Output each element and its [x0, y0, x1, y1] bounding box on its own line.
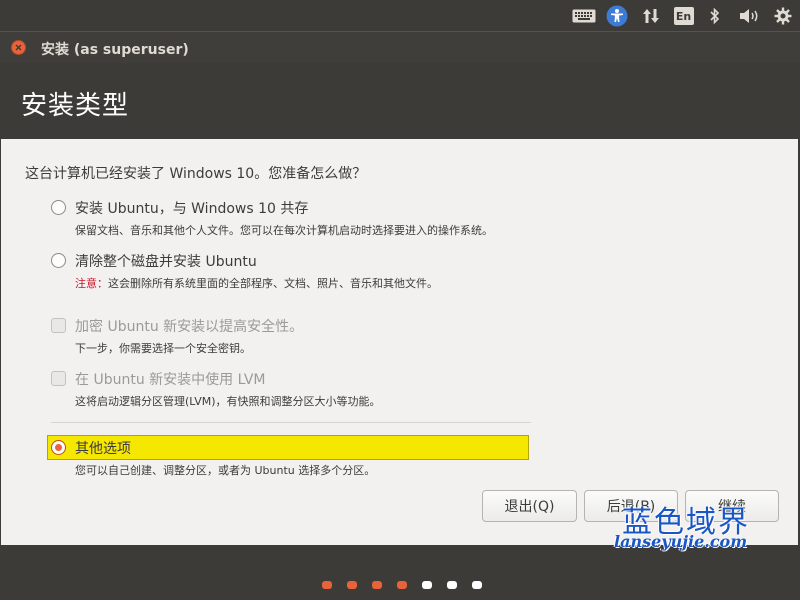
page-title: 安装类型 [21, 91, 130, 121]
keyboard-layout-indicator[interactable]: En [673, 5, 694, 27]
option-description: 您可以自己创建、调整分区，或者为 Ubuntu 选择多个分区。 [75, 464, 376, 477]
progress-step-dot [372, 581, 382, 589]
progress-step-dot [347, 581, 357, 589]
checkbox-encrypt [51, 318, 66, 333]
page-header: 安装类型 [0, 63, 800, 139]
network-icon[interactable] [640, 5, 662, 27]
window-title: 安装 (as superuser) [41, 42, 189, 58]
top-panel: En [0, 0, 800, 31]
option-label: 在 Ubuntu 新安装中使用 LVM [75, 372, 266, 388]
volume-icon[interactable] [738, 5, 762, 27]
bluetooth-icon[interactable] [706, 5, 724, 27]
close-icon [15, 44, 22, 51]
progress-step-dot [447, 581, 457, 589]
radio-erase-disk[interactable] [51, 253, 66, 268]
checkbox-lvm [51, 371, 66, 386]
keyboard-icon[interactable] [571, 5, 597, 27]
radio-something-else[interactable] [51, 440, 66, 455]
option-description: 这将启动逻辑分区管理(LVM)，有快照和调整分区大小等功能。 [75, 395, 381, 408]
question-text: 这台计算机已经安装了 Windows 10。您准备怎么做？ [25, 166, 367, 182]
keyboard-layout-label: En [673, 7, 694, 25]
option-label[interactable]: 安装 Ubuntu，与 Windows 10 共存 [75, 198, 308, 218]
progress-step-dot [422, 581, 432, 589]
progress-footer [0, 545, 800, 600]
install-type-panel: 这台计算机已经安装了 Windows 10。您准备怎么做？ 安装 Ubuntu，… [1, 139, 798, 545]
settings-gear-icon[interactable] [772, 5, 794, 27]
option-label[interactable]: 其他选项 [75, 438, 131, 458]
option-description: 注意：这会删除所有系统里面的全部程序、文档、照片、音乐和其他文件。 [75, 275, 438, 291]
options-separator [51, 422, 531, 423]
progress-step-dot [472, 581, 482, 589]
quit-button[interactable]: 退出(Q) [482, 490, 577, 522]
option-description-text: 这会删除所有系统里面的全部程序、文档、照片、音乐和其他文件。 [108, 277, 438, 290]
accessibility-icon[interactable] [605, 5, 629, 27]
progress-step-dot [397, 581, 407, 589]
warning-note-label: 注意： [75, 277, 108, 290]
option-description: 下一步，你需要选择一个安全密钥。 [75, 342, 251, 355]
close-window-button[interactable] [11, 40, 26, 55]
watermark-url: lanseyujie.com [614, 532, 748, 551]
radio-install-alongside[interactable] [51, 200, 66, 215]
progress-step-dot [322, 581, 332, 589]
option-description: 保留文档、音乐和其他个人文件。您可以在每次计算机启动时选择要进入的操作系统。 [75, 224, 493, 237]
window-titlebar: 安装 (as superuser) [0, 31, 800, 63]
option-label[interactable]: 清除整个磁盘并安装 Ubuntu [75, 251, 257, 271]
option-label: 加密 Ubuntu 新安装以提高安全性。 [75, 319, 304, 335]
